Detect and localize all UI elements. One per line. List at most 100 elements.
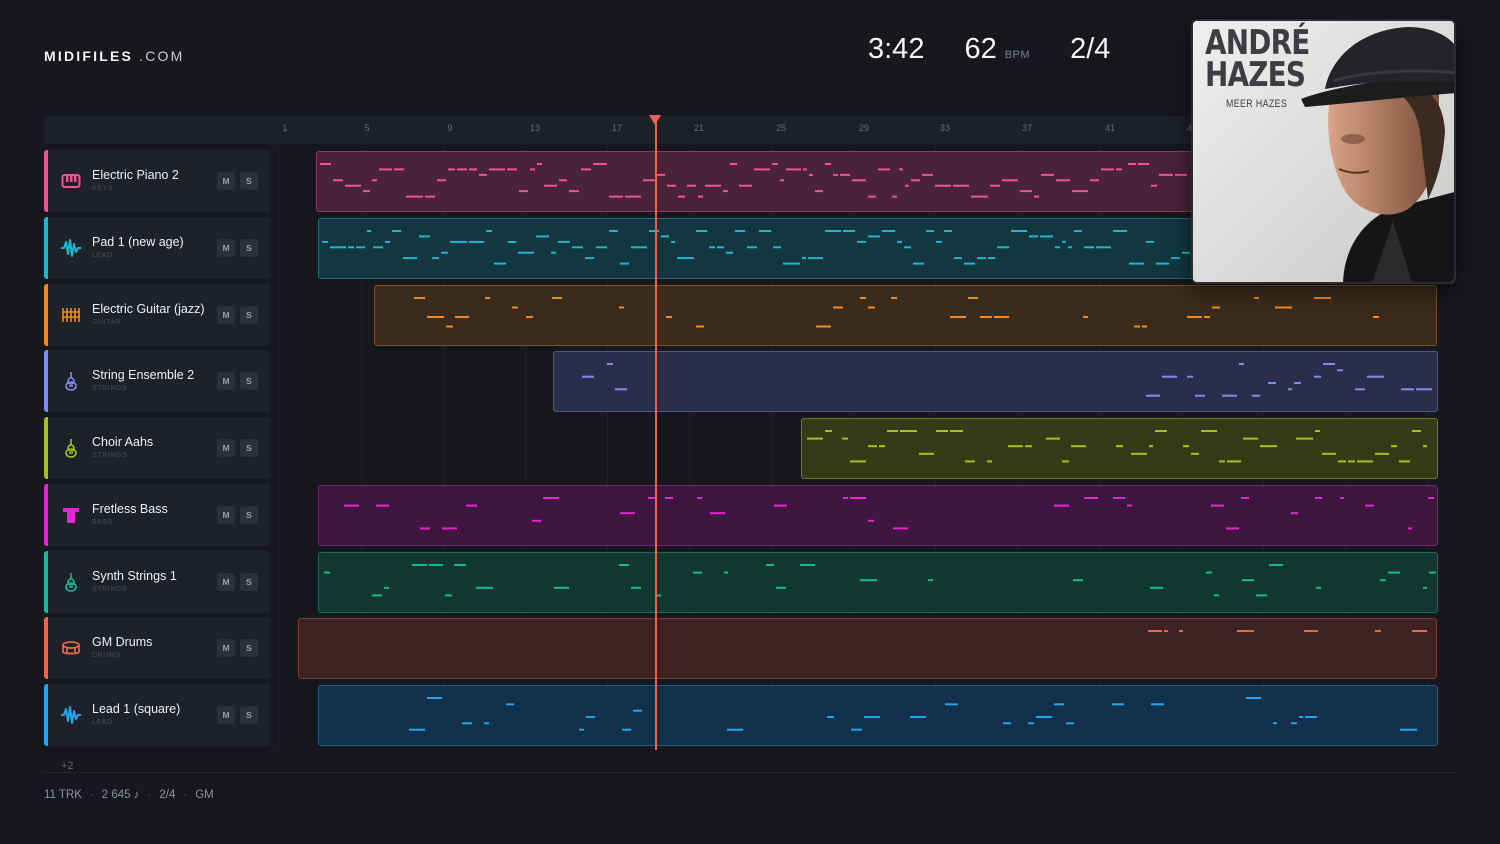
ruler-label: 13 bbox=[529, 123, 541, 133]
clip-choir-aahs[interactable] bbox=[801, 418, 1438, 479]
ruler-label: 25 bbox=[775, 123, 787, 133]
track-name: Synth Strings 1 bbox=[92, 569, 177, 583]
track-name: Electric Guitar (jazz) bbox=[92, 302, 205, 316]
track-color-strip bbox=[44, 150, 48, 212]
track-header-electric-guitar[interactable]: Electric Guitar (jazz) GUITAR M S bbox=[44, 284, 270, 346]
clip-electric-guitar[interactable] bbox=[374, 285, 1437, 346]
solo-button[interactable]: S bbox=[240, 439, 258, 457]
piano-icon bbox=[61, 174, 81, 188]
clip-string-ensemble-2[interactable] bbox=[553, 351, 1438, 412]
track-name: GM Drums bbox=[92, 635, 153, 649]
ruler-label: 1 bbox=[282, 123, 288, 133]
track-category: STRINGS bbox=[92, 452, 128, 459]
mute-button[interactable]: M bbox=[217, 372, 235, 390]
violin-icon bbox=[65, 372, 77, 391]
footer-divider bbox=[44, 772, 1456, 773]
playhead-marker[interactable] bbox=[649, 115, 661, 125]
tempo-value: 62 bbox=[964, 33, 997, 65]
violin-icon bbox=[65, 573, 77, 592]
track-category: LEAD bbox=[92, 719, 113, 726]
solo-button[interactable]: S bbox=[240, 239, 258, 257]
song-duration: 3:42 bbox=[868, 33, 925, 65]
brand-domain: .COM bbox=[139, 48, 185, 64]
ruler-label: 9 bbox=[447, 123, 453, 133]
ruler-label: 17 bbox=[611, 123, 623, 133]
track-color-strip bbox=[44, 617, 48, 679]
playhead[interactable] bbox=[655, 122, 657, 750]
track-color-strip bbox=[44, 684, 48, 746]
mute-button[interactable]: M bbox=[217, 506, 235, 524]
clip-fretless-bass[interactable] bbox=[318, 485, 1438, 546]
clip-synth-strings-1[interactable] bbox=[318, 552, 1438, 613]
mute-button[interactable]: M bbox=[217, 706, 235, 724]
album-artist: ANDRÉ HAZES bbox=[1205, 23, 1310, 95]
track-name: Lead 1 (square) bbox=[92, 702, 181, 716]
album-title: MEER HAZES bbox=[1226, 98, 1288, 110]
track-category: LEAD bbox=[92, 252, 113, 259]
track-name: Fretless Bass bbox=[92, 502, 168, 516]
tempo-unit: BPM bbox=[1004, 49, 1031, 61]
clip-lead-1[interactable] bbox=[318, 685, 1438, 746]
track-color-strip bbox=[44, 417, 48, 479]
track-category: BASS bbox=[92, 519, 114, 526]
track-color-strip bbox=[44, 284, 48, 346]
brand-name: MIDIFILES bbox=[44, 48, 134, 64]
solo-button[interactable]: S bbox=[240, 706, 258, 724]
track-header-string-ensemble-2[interactable]: String Ensemble 2 STRINGS M S bbox=[44, 350, 270, 412]
track-color-strip bbox=[44, 484, 48, 546]
waveform-icon bbox=[61, 239, 81, 257]
album-cover: ANDRÉ HAZES MEER HAZES bbox=[1191, 19, 1456, 284]
track-header-choir-aahs[interactable]: Choir Aahs STRINGS M S bbox=[44, 417, 270, 479]
solo-button[interactable]: S bbox=[240, 573, 258, 591]
mute-button[interactable]: M bbox=[217, 439, 235, 457]
solo-button[interactable]: S bbox=[240, 372, 258, 390]
track-name: Choir Aahs bbox=[92, 435, 154, 449]
guitar-fretboard-icon bbox=[62, 308, 80, 322]
ruler-label: 41 bbox=[1104, 123, 1116, 133]
mute-button[interactable]: M bbox=[217, 239, 235, 257]
ruler-label: 37 bbox=[1021, 123, 1033, 133]
mute-button[interactable]: M bbox=[217, 306, 235, 324]
solo-button[interactable]: S bbox=[240, 639, 258, 657]
ruler-label: 5 bbox=[364, 123, 370, 133]
clip-gm-drums[interactable] bbox=[298, 618, 1437, 679]
track-header-pad-1[interactable]: Pad 1 (new age) LEAD M S bbox=[44, 217, 270, 279]
timeline-ruler[interactable]: 1 5 9 13 17 21 25 29 33 37 41 45 bbox=[44, 116, 1344, 144]
track-name: Electric Piano 2 bbox=[92, 168, 179, 182]
track-header-fretless-bass[interactable]: Fretless Bass BASS M S bbox=[44, 484, 270, 546]
more-tracks-indicator[interactable]: +2 bbox=[61, 760, 74, 772]
header-divider bbox=[278, 150, 279, 746]
footer-summary: 11 TRK · 2 645 ♪ · 2/4 · GM bbox=[44, 789, 214, 801]
track-category: KEYS bbox=[92, 185, 114, 192]
track-name: Pad 1 (new age) bbox=[92, 235, 184, 249]
solo-button[interactable]: S bbox=[240, 506, 258, 524]
ruler-label: 33 bbox=[939, 123, 951, 133]
track-category: DRUMS bbox=[92, 652, 121, 659]
track-header-gm-drums[interactable]: GM Drums DRUMS M S bbox=[44, 617, 270, 679]
track-category: STRINGS bbox=[92, 586, 128, 593]
time-signature: 2/4 bbox=[1070, 33, 1111, 65]
track-color-strip bbox=[44, 350, 48, 412]
track-count: 11 TRK bbox=[44, 789, 82, 801]
track-category: GUITAR bbox=[92, 319, 122, 326]
track-color-strip bbox=[44, 217, 48, 279]
mute-button[interactable]: M bbox=[217, 639, 235, 657]
track-header-electric-piano-2[interactable]: Electric Piano 2 KEYS M S bbox=[44, 150, 270, 212]
track-color-strip bbox=[44, 551, 48, 613]
waveform-icon bbox=[61, 706, 81, 724]
solo-button[interactable]: S bbox=[240, 172, 258, 190]
bass-icon bbox=[63, 508, 79, 523]
ruler-label: 29 bbox=[858, 123, 870, 133]
mute-button[interactable]: M bbox=[217, 172, 235, 190]
footer-time-signature: 2/4 bbox=[159, 789, 176, 801]
brand-logo: MIDIFILES .COM bbox=[44, 48, 184, 64]
transport-stats: 3:42 62 BPM 2/4 bbox=[868, 33, 1110, 69]
ruler-label: 21 bbox=[693, 123, 705, 133]
track-header-synth-strings-1[interactable]: Synth Strings 1 STRINGS M S bbox=[44, 551, 270, 613]
track-header-lead-1[interactable]: Lead 1 (square) LEAD M S bbox=[44, 684, 270, 746]
solo-button[interactable]: S bbox=[240, 306, 258, 324]
drum-icon bbox=[62, 641, 80, 655]
mute-button[interactable]: M bbox=[217, 573, 235, 591]
track-category: STRINGS bbox=[92, 385, 128, 392]
violin-icon bbox=[65, 439, 77, 458]
